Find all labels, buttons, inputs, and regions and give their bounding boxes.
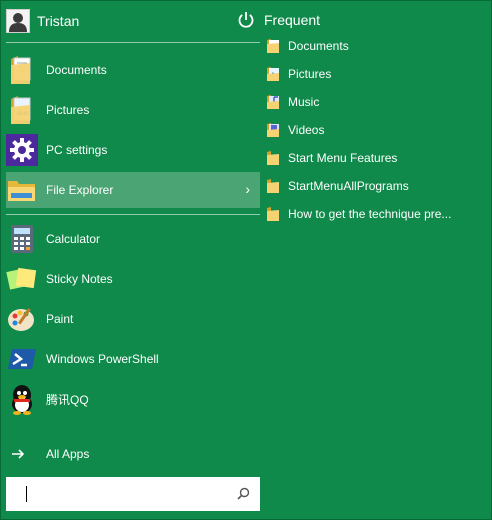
user-avatar-icon — [6, 9, 30, 33]
app-item-paint[interactable]: Paint — [6, 301, 260, 337]
documents-folder-icon — [266, 38, 282, 54]
app-item-windows-powershell[interactable]: Windows PowerShell — [6, 341, 260, 377]
frequent-item-label: How to get the technique pre... — [288, 207, 452, 221]
all-apps-label: All Apps — [46, 447, 90, 461]
divider-top — [6, 42, 260, 43]
pinned-item-pictures[interactable]: Pictures — [6, 92, 260, 128]
frequent-item-label: Pictures — [288, 67, 332, 81]
app-item-sticky-notes[interactable]: Sticky Notes — [6, 261, 260, 297]
power-button[interactable] — [236, 10, 256, 30]
frequent-item-label: Music — [288, 95, 320, 109]
frequent-heading: Frequent — [264, 12, 321, 28]
frequent-item-label: StartMenuAllPrograms — [288, 179, 409, 193]
user-name: Tristan — [37, 13, 80, 29]
pinned-item-label: File Explorer — [46, 183, 114, 197]
paint-palette-icon — [6, 303, 38, 335]
app-item-label: Calculator — [46, 232, 101, 246]
folder-icon — [266, 206, 282, 222]
divider-middle — [6, 214, 260, 215]
frequent-item-label: Start Menu Features — [288, 151, 398, 165]
app-item-label: Windows PowerShell — [46, 352, 159, 366]
gear-icon — [6, 134, 38, 166]
frequent-item-how-to-get-the-technique[interactable]: How to get the technique pre... — [266, 204, 451, 224]
pinned-item-documents[interactable]: Documents — [6, 52, 260, 88]
pinned-item-label: Pictures — [46, 103, 90, 117]
frequent-item-videos[interactable]: Videos — [266, 120, 324, 140]
search-icon[interactable] — [237, 487, 250, 505]
documents-folder-icon — [6, 54, 38, 86]
all-apps-button[interactable]: All Apps — [6, 442, 89, 466]
user-account[interactable]: Tristan — [6, 8, 79, 34]
app-item-label: 腾讯QQ — [46, 392, 89, 407]
frequent-item-documents[interactable]: Documents — [266, 36, 349, 56]
frequent-item-startmenuallprograms[interactable]: StartMenuAllPrograms — [266, 176, 409, 196]
folder-icon — [266, 178, 282, 194]
search-input[interactable] — [30, 482, 230, 504]
sticky-notes-icon — [6, 263, 38, 295]
calculator-icon — [6, 223, 38, 255]
frequent-item-music[interactable]: Music — [266, 92, 319, 112]
chevron-right-icon[interactable]: › — [245, 181, 250, 197]
search-box[interactable] — [6, 477, 260, 511]
pictures-folder-icon — [266, 66, 282, 82]
frequent-item-pictures[interactable]: Pictures — [266, 64, 331, 84]
qq-penguin-icon — [6, 383, 38, 415]
start-menu-left-pane: Tristan Documents Pictures PC settings F… — [0, 0, 260, 520]
frequent-item-label: Videos — [288, 123, 325, 137]
pinned-item-label: PC settings — [46, 143, 108, 157]
powershell-icon — [6, 343, 38, 375]
pinned-item-pc-settings[interactable]: PC settings — [6, 132, 260, 168]
file-explorer-icon — [6, 174, 38, 206]
power-icon — [238, 12, 254, 28]
text-cursor — [26, 486, 27, 502]
frequent-item-start-menu-features[interactable]: Start Menu Features — [266, 148, 397, 168]
folder-icon — [266, 150, 282, 166]
videos-folder-icon — [266, 122, 282, 138]
pinned-item-file-explorer[interactable]: File Explorer › — [6, 172, 260, 208]
frequent-item-label: Documents — [288, 39, 349, 53]
app-item-label: Paint — [46, 312, 74, 326]
arrow-right-icon — [6, 448, 30, 460]
app-item-label: Sticky Notes — [46, 272, 113, 286]
pinned-item-label: Documents — [46, 63, 107, 77]
music-folder-icon — [266, 94, 282, 110]
app-item-calculator[interactable]: Calculator — [6, 221, 260, 257]
app-item-qq[interactable]: 腾讯QQ — [6, 381, 260, 417]
pictures-folder-icon — [6, 94, 38, 126]
